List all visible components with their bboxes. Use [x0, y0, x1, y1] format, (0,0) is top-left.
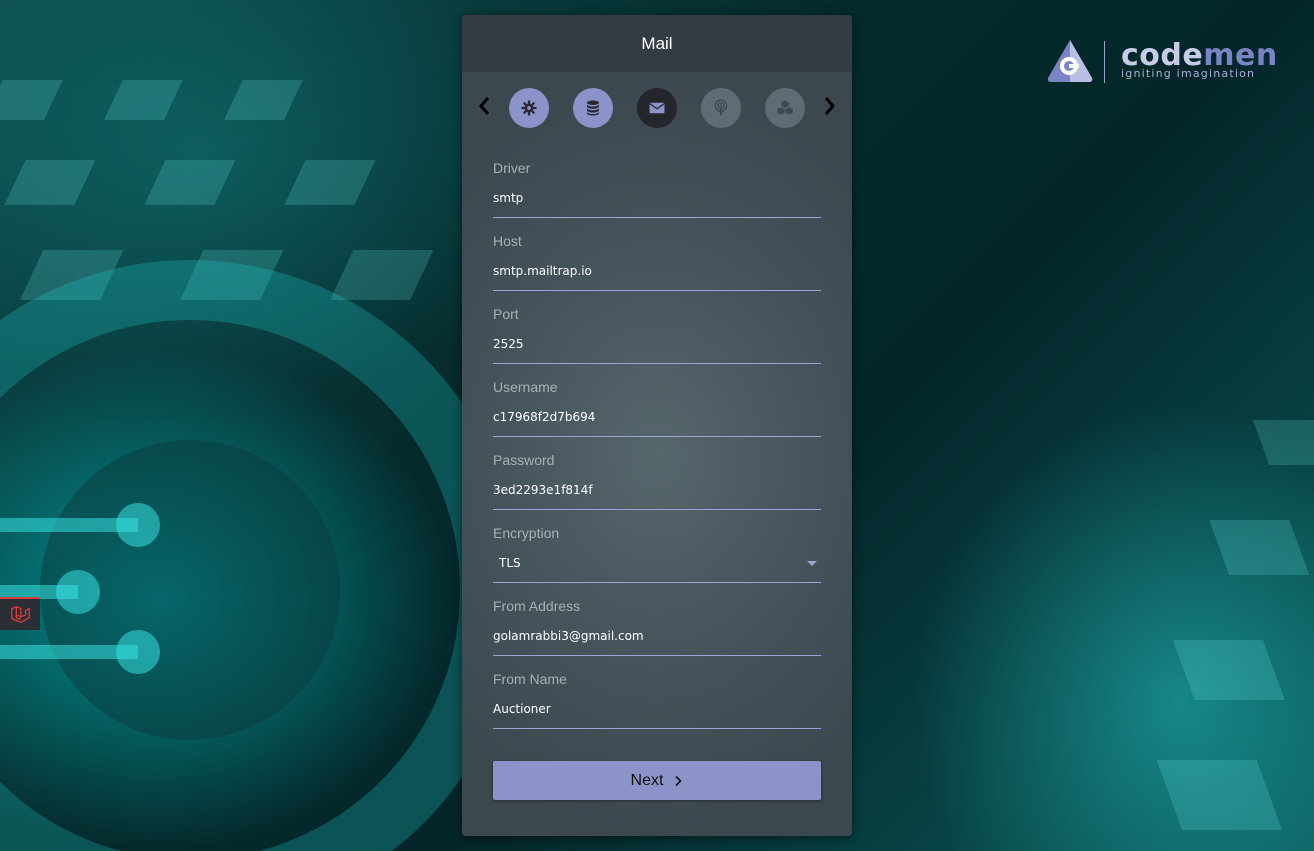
- port-field: Port: [493, 306, 821, 364]
- username-label: Username: [493, 379, 558, 395]
- encryption-select[interactable]: TLS: [493, 553, 821, 583]
- envelope-icon: [649, 102, 665, 114]
- driver-field: Driver: [493, 160, 821, 218]
- logo-divider: [1104, 41, 1105, 83]
- host-input[interactable]: [493, 261, 821, 281]
- database-icon: [587, 100, 599, 116]
- host-label: Host: [493, 233, 522, 249]
- dropdown-caret-icon: [807, 561, 817, 566]
- codemen-logo: codemen igniting imagination: [1045, 38, 1277, 86]
- encryption-label: Encryption: [493, 525, 560, 541]
- password-input[interactable]: [493, 480, 821, 500]
- password-label: Password: [493, 452, 555, 468]
- chevron-right-icon: [824, 97, 835, 115]
- port-input[interactable]: [493, 334, 821, 354]
- card-header: Mail: [462, 15, 852, 72]
- cubes-icon: [777, 100, 793, 115]
- next-button-label: Next: [630, 771, 664, 789]
- encryption-selected-value: TLS: [499, 556, 521, 570]
- step-settings[interactable]: [509, 88, 549, 128]
- page-title: Mail: [641, 33, 673, 53]
- username-input[interactable]: [493, 407, 821, 427]
- step-mail[interactable]: [637, 88, 677, 128]
- host-field: Host: [493, 233, 821, 291]
- wizard-steps: [462, 72, 852, 148]
- from-address-input[interactable]: [493, 626, 821, 646]
- username-field: Username: [493, 379, 821, 437]
- from-address-label: From Address: [493, 598, 581, 614]
- chevron-left-icon: [479, 97, 490, 115]
- laravel-icon: [11, 605, 30, 623]
- next-button[interactable]: Next: [493, 761, 821, 800]
- gear-icon: [521, 100, 537, 116]
- next-step-arrow[interactable]: [822, 94, 838, 118]
- laravel-debugbar-toggle[interactable]: [0, 597, 40, 630]
- driver-label: Driver: [493, 160, 531, 176]
- from-name-label: From Name: [493, 671, 567, 687]
- from-name-field: From Name: [493, 671, 821, 729]
- previous-step-arrow[interactable]: [476, 94, 492, 118]
- driver-input[interactable]: [493, 188, 821, 208]
- logo-mark-icon: [1047, 40, 1093, 82]
- port-label: Port: [493, 306, 519, 322]
- brand-tagline: igniting imagination: [1121, 67, 1256, 80]
- from-name-input[interactable]: [493, 699, 821, 719]
- step-modules[interactable]: [765, 88, 805, 128]
- mail-setup-card: Mail Driver smtp Host smtp.mailtrap.io P…: [462, 15, 852, 836]
- chevron-right-icon: [675, 775, 683, 786]
- step-broadcast[interactable]: [701, 88, 741, 128]
- from-address-field: From Address: [493, 598, 821, 656]
- step-database[interactable]: [573, 88, 613, 128]
- encryption-field: Encryption TLS: [493, 525, 821, 583]
- podcast-icon: [714, 99, 728, 116]
- password-field: Password: [493, 452, 821, 510]
